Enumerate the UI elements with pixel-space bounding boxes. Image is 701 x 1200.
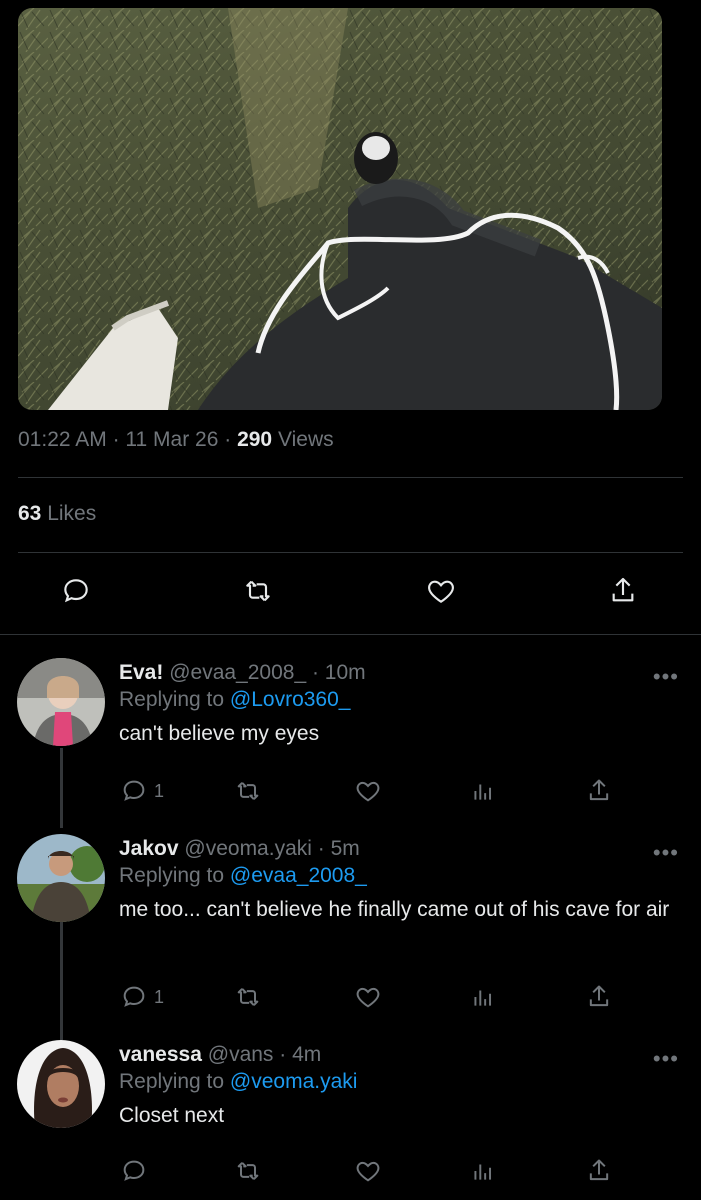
divider: [18, 552, 683, 553]
likes-label: Likes: [47, 502, 97, 525]
like-button[interactable]: [424, 575, 458, 607]
views-button[interactable]: [470, 777, 496, 805]
tweet-time: 01:22 AM: [18, 428, 107, 451]
heart-icon: [356, 1161, 380, 1182]
more-icon: •••: [652, 1046, 679, 1071]
replying-to-label: Replying to: [119, 1070, 225, 1093]
replying-to: Replying to @Lovro360_: [119, 686, 671, 714]
reply-count: 1: [154, 986, 165, 1007]
retweet-button[interactable]: [233, 983, 263, 1011]
retweet-button[interactable]: [242, 575, 274, 607]
reply-text: Closet next: [119, 1104, 225, 1127]
reply-text: can't believe my eyes: [119, 722, 320, 745]
reply-body: Eva! @evaa_2008_ · 10m Replying to @Lovr…: [119, 660, 671, 748]
views-count: 290: [237, 428, 273, 451]
heart-icon: [428, 580, 454, 603]
reply-action-bar: [0, 1157, 701, 1197]
reply-action-bar: 1: [0, 983, 701, 1023]
divider: [18, 477, 683, 478]
reply-button[interactable]: 1: [120, 983, 164, 1011]
more-icon: •••: [652, 840, 679, 865]
reply-body: vanessa @vans · 4m Replying to @veoma.ya…: [119, 1042, 671, 1130]
reply-action-bar: 1: [0, 777, 701, 817]
reply-button[interactable]: 1: [120, 777, 164, 805]
replying-to-mention[interactable]: @Lovro360_: [230, 688, 351, 711]
more-icon: •••: [652, 664, 679, 689]
reply-author-name[interactable]: Eva!: [119, 661, 163, 684]
reply-time: · 4m: [279, 1043, 322, 1066]
analytics-icon: [474, 990, 492, 1006]
views-button[interactable]: [470, 983, 496, 1011]
share-icon: [589, 779, 609, 801]
reply-button[interactable]: [60, 575, 92, 607]
reply-author-handle[interactable]: @vans: [208, 1043, 274, 1066]
replying-to-label: Replying to: [119, 864, 225, 887]
avatar[interactable]: [17, 1040, 105, 1128]
reply-header: Eva! @evaa_2008_ · 10m: [119, 660, 671, 686]
heart-icon: [356, 987, 380, 1008]
tweet-photo[interactable]: [18, 8, 662, 410]
photo-illustration: [18, 8, 662, 410]
avatar[interactable]: [17, 834, 105, 922]
reply-author-handle[interactable]: @veoma.yaki: [184, 837, 312, 860]
reply-icon: [123, 1160, 145, 1181]
share-button[interactable]: [585, 1157, 613, 1185]
retweet-button[interactable]: [233, 777, 263, 805]
replying-to: Replying to @veoma.yaki: [119, 1068, 671, 1096]
replying-to-label: Replying to: [119, 688, 225, 711]
reply-author-name[interactable]: vanessa: [119, 1043, 202, 1066]
retweet-icon: [237, 988, 259, 1006]
tweet-action-bar: [0, 575, 701, 615]
retweet-button[interactable]: [233, 1157, 263, 1185]
analytics-icon: [474, 1164, 492, 1180]
heart-icon: [356, 781, 380, 802]
likes-count: 63: [18, 502, 42, 525]
reply-time: · 10m: [311, 661, 366, 684]
retweet-icon: [246, 580, 270, 602]
avatar-image: [17, 658, 105, 746]
reply-icon: [64, 579, 88, 603]
like-button[interactable]: [353, 983, 383, 1011]
replying-to-mention[interactable]: @evaa_2008_: [230, 864, 367, 887]
more-options-button[interactable]: •••: [653, 664, 679, 690]
replying-to-mention[interactable]: @veoma.yaki: [230, 1070, 358, 1093]
replying-to: Replying to @evaa_2008_: [119, 862, 671, 890]
analytics-icon: [474, 784, 492, 800]
reply-body: Jakov @veoma.yaki · 5m Replying to @evaa…: [119, 836, 671, 924]
share-button[interactable]: [585, 983, 613, 1011]
meta-separator: ·: [224, 428, 238, 451]
reply-button[interactable]: [120, 1157, 148, 1185]
reply-count: 1: [154, 780, 165, 801]
avatar-image: [17, 834, 105, 922]
divider: [0, 634, 701, 635]
likes-row[interactable]: 63 Likes: [18, 502, 96, 526]
more-options-button[interactable]: •••: [653, 1046, 679, 1072]
reply-author-handle[interactable]: @evaa_2008_: [169, 661, 306, 684]
reply-text: me too... can't believe he finally came …: [119, 898, 670, 921]
retweet-icon: [237, 782, 259, 800]
like-button[interactable]: [353, 1157, 383, 1185]
reply-header: Jakov @veoma.yaki · 5m: [119, 836, 671, 862]
like-button[interactable]: [353, 777, 383, 805]
share-icon: [612, 577, 634, 602]
more-options-button[interactable]: •••: [653, 840, 679, 866]
share-button[interactable]: [585, 777, 613, 805]
reply-author-name[interactable]: Jakov: [119, 837, 179, 860]
reply-time: · 5m: [317, 837, 360, 860]
reply-icon: [123, 780, 145, 801]
avatar[interactable]: [17, 658, 105, 746]
share-icon: [589, 1159, 609, 1181]
meta-separator: ·: [112, 428, 126, 451]
retweet-icon: [237, 1162, 259, 1180]
tweet-date: 11 Mar 26: [125, 428, 219, 451]
views-label: Views: [277, 428, 334, 451]
tweet-meta: 01:22 AM · 11 Mar 26 · 290 Views: [18, 428, 334, 452]
reply-header: vanessa @vans · 4m: [119, 1042, 671, 1068]
share-icon: [589, 985, 609, 1007]
views-button[interactable]: [470, 1157, 496, 1185]
share-button[interactable]: [607, 575, 639, 607]
reply-icon: [123, 986, 145, 1007]
avatar-image: [17, 1040, 105, 1128]
